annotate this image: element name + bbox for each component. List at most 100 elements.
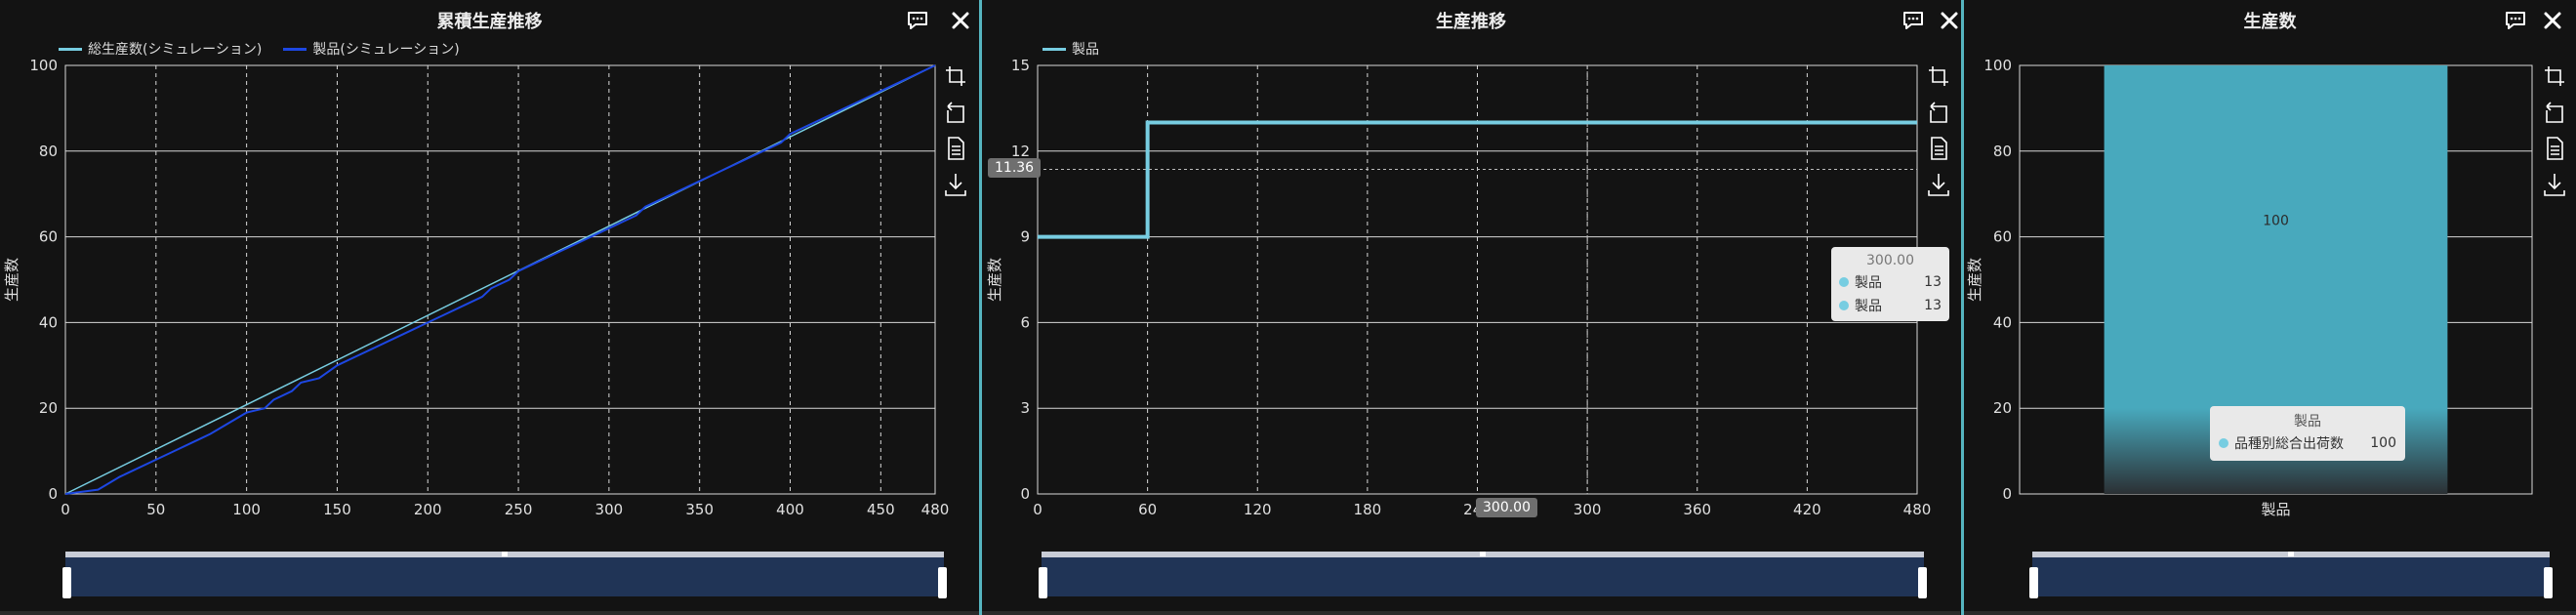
tooltip-value: 100 [2370,435,2396,451]
y-tick-label: 6 [1020,313,1030,331]
y-tick-label: 80 [1993,143,2012,160]
y-tick-label: 100 [1983,57,2012,74]
x-tick-label: 200 [414,501,442,518]
slider-range[interactable] [2032,557,2550,596]
x-tick-label: 60 [1138,501,1157,518]
production-count-panel: 生産数 0 20 40 60 80 100 生産数 100 製品 製品 品種別総合出荷数 100 [1964,0,2576,615]
slider-handle-start[interactable] [62,567,71,598]
panel-bottom-edge [982,611,1960,615]
data-view-icon[interactable] [1925,135,1952,162]
y-tick-label: 80 [39,143,58,160]
tooltip-header: 300.00 [1866,253,1914,268]
y-tick-label: 20 [39,399,58,417]
crosshair-y-label: 11.36 [988,158,1042,178]
y-tick-label: 40 [1993,313,2012,331]
y-tick-label: 9 [1020,228,1030,246]
tooltip-series-name: 製品 [1855,299,1882,314]
crosshair-x-label: 300.00 [1476,498,1537,517]
slider-handle-end[interactable] [1918,567,1927,598]
y-tick-label: 0 [1020,485,1030,503]
x-tick-label: 480 [921,501,950,518]
x-tick-label: 50 [146,501,165,518]
tooltip: 製品 品種別総合出荷数 100 [2210,406,2405,461]
bar-data-label: 100 [2263,214,2289,229]
y-axis-title: 生産数 [3,258,20,302]
slider-grip[interactable] [2288,552,2294,556]
tooltip-row: 製品 13 [1839,294,1942,317]
data-zoom-slider[interactable] [2029,552,2553,598]
save-image-icon[interactable] [1925,171,1952,198]
series-dot [2219,438,2228,448]
chart-toolbox [1925,62,1954,207]
data-view-icon[interactable] [2541,135,2568,162]
cumulative-production-panel: 累積生産推移 総生産数(シミュレーション) 製品(シミュレーション) 0 20 40… [0,0,979,615]
x-tick-label: 360 [1683,501,1711,518]
y-tick-label: 3 [1020,399,1030,417]
y-tick-label: 20 [1993,399,2012,417]
x-tick-label: 300 [1574,501,1602,518]
zoom-icon[interactable] [2541,62,2568,90]
slider-range[interactable] [1042,557,1924,596]
zoom-icon[interactable] [942,62,969,90]
x-tick-label: 420 [1793,501,1821,518]
series-step-line [1038,120,1917,239]
tooltip-series-name: 製品 [1855,275,1882,291]
series-dot [1839,277,1849,287]
y-tick-label: 0 [2002,485,2012,503]
series-dot [1839,301,1849,310]
slider-handle-start[interactable] [2029,567,2038,598]
tooltip-row: 製品 13 [1839,270,1942,294]
chart-toolbox [942,62,971,207]
panel-bottom-edge [0,611,979,615]
y-tick-label: 0 [48,485,58,503]
tooltip: 300.00 製品 13 製品 13 [1831,247,1949,321]
slider-handle-end[interactable] [938,567,947,598]
zoom-reset-icon[interactable] [942,99,969,126]
y-axis-title: 生産数 [986,258,1003,302]
y-tick-label: 15 [1011,57,1030,74]
x-tick-label: 350 [685,501,714,518]
data-zoom-slider[interactable] [1039,552,1927,598]
x-tick-label: 250 [505,501,533,518]
y-tick-label: 100 [29,57,58,74]
x-tick-label: 450 [867,501,895,518]
y-axis-title: 生産数 [1966,258,1983,302]
tooltip-value: 13 [1924,274,1942,290]
series-line-total [64,64,936,495]
x-tick-label: 300 [595,501,624,518]
tooltip-row: 品種別総合出荷数 100 [2219,431,2396,455]
x-tick-label: 180 [1354,501,1382,518]
chart-toolbox [2541,62,2570,207]
x-tick-label: 480 [1903,501,1932,518]
y-tick-label: 60 [39,228,58,246]
slider-handle-end[interactable] [2544,567,2553,598]
slider-grip[interactable] [502,552,508,556]
save-image-icon[interactable] [942,171,969,198]
x-tick-label: 製品 [2261,501,2290,518]
panel-bottom-edge [1964,611,2576,615]
x-tick-label: 120 [1244,501,1272,518]
data-view-icon[interactable] [942,135,969,162]
x-tick-label: 150 [323,501,351,518]
production-step-chart: 03691215060120180240300360420480生産数 [986,57,1932,518]
slider-handle-start[interactable] [1039,567,1047,598]
data-zoom-slider[interactable] [62,552,947,598]
slider-grip[interactable] [1480,552,1486,556]
zoom-icon[interactable] [1925,62,1952,90]
tooltip-value: 13 [1924,298,1942,313]
y-tick-label: 40 [39,313,58,331]
y-tick-label: 60 [1993,228,2012,246]
x-tick-label: 0 [61,501,70,518]
production-trend-panel: 生産推移 製品 03691215060120180240300360420480… [982,0,1960,615]
tooltip-series-name: 品種別総合出荷数 [2234,436,2344,452]
save-image-icon[interactable] [2541,171,2568,198]
zoom-reset-icon[interactable] [1925,99,1952,126]
x-tick-label: 0 [1033,501,1043,518]
cumulative-line-chart: 0 20 40 60 80 100 0 50 100 150 200 250 300 350 400 450 4… [3,57,950,518]
slider-range[interactable] [65,557,944,596]
production-bar-chart: 0 20 40 60 80 100 生産数 100 製品 [1966,57,2533,518]
x-tick-label: 100 [232,501,261,518]
x-tick-label: 400 [776,501,804,518]
zoom-reset-icon[interactable] [2541,99,2568,126]
tooltip-header: 製品 [2294,414,2321,430]
